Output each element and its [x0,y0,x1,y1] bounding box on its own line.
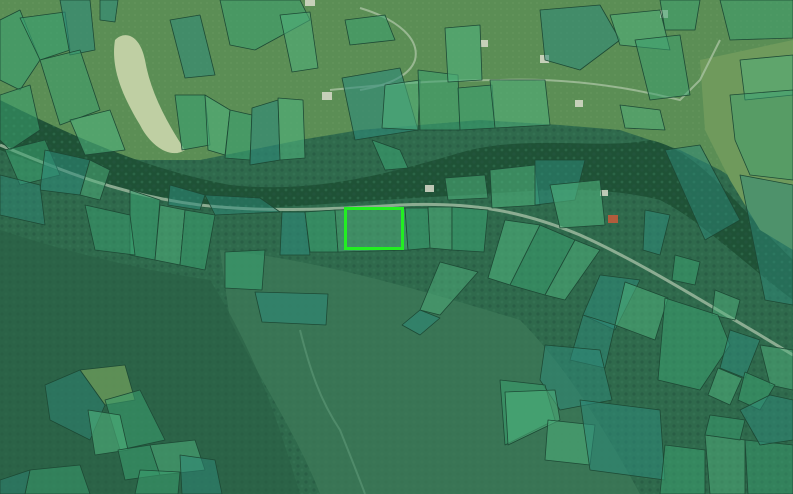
parcel[interactable] [427,206,453,251]
parcel[interactable] [549,179,606,229]
parcel[interactable] [744,439,793,494]
map-canvas[interactable] [0,0,793,494]
parcel[interactable] [457,84,496,131]
parcel[interactable] [24,464,91,494]
parcel[interactable] [719,0,793,41]
map-view[interactable] [0,0,793,494]
parcel[interactable] [704,434,746,494]
parcel[interactable] [444,24,483,83]
parcel[interactable] [134,469,181,494]
parcel[interactable] [579,399,666,481]
parcel[interactable] [249,99,281,166]
parcel[interactable] [489,164,541,209]
parcel[interactable] [224,109,253,161]
parcel[interactable] [224,249,266,291]
parcel[interactable] [451,206,489,253]
parcel[interactable] [304,209,339,253]
parcel[interactable] [659,0,701,31]
parcel[interactable] [489,79,551,129]
parcel[interactable] [99,0,119,23]
parcel[interactable] [254,291,329,326]
parcel[interactable] [277,97,306,161]
parcel[interactable] [659,444,706,494]
parcel[interactable] [444,174,489,201]
parcel[interactable] [704,414,746,441]
parcel[interactable] [404,207,431,251]
parcel[interactable] [381,79,421,131]
